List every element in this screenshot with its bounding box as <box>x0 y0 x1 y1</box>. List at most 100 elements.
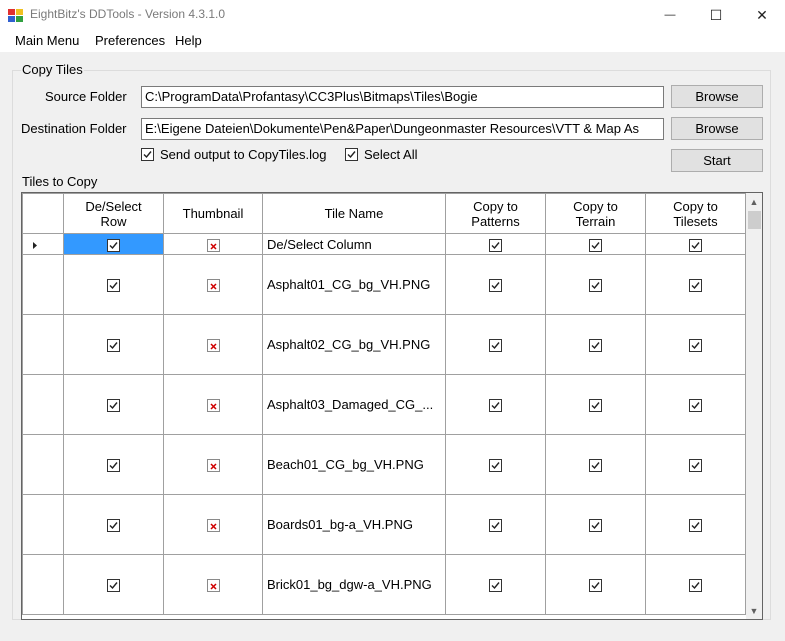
copy-terrain-cell[interactable] <box>545 554 646 615</box>
select-row-cell[interactable] <box>63 434 164 495</box>
destination-folder-label: Destination Folder <box>21 121 127 136</box>
copy-tilesets-cell[interactable] <box>645 494 746 555</box>
row-header[interactable] <box>22 374 64 435</box>
broken-image-icon <box>206 279 220 293</box>
select-all-checkbox[interactable]: Select All <box>345 147 417 162</box>
tile-name-cell: Asphalt01_CG_bg_VH.PNG <box>262 254 446 315</box>
close-icon: ✕ <box>756 6 768 23</box>
minimize-button[interactable]: — <box>647 0 693 30</box>
copy-terrain-cell[interactable] <box>545 254 646 315</box>
tile-row[interactable]: Asphalt03_Damaged_CG_... <box>22 374 746 435</box>
title-bar: EightBitz's DDTools - Version 4.3.1.0 — … <box>0 0 785 30</box>
checkbox-checked-icon <box>107 238 120 252</box>
checkbox-checked-icon <box>107 279 120 293</box>
checkbox-checked-icon <box>689 579 702 593</box>
menu-preferences[interactable]: Preferences <box>95 33 165 48</box>
copy-patterns-cell[interactable] <box>445 434 546 495</box>
column-header-select-row[interactable]: De/Select Row <box>63 193 164 234</box>
checkbox-checked-icon <box>107 459 120 473</box>
source-folder-input[interactable]: C:\ProgramData\Profantasy\CC3Plus\Bitmap… <box>141 86 664 108</box>
destination-browse-button[interactable]: Browse <box>671 117 763 140</box>
start-button[interactable]: Start <box>671 149 763 172</box>
copy-patterns-cell[interactable] <box>445 494 546 555</box>
select-row-cell[interactable] <box>63 554 164 615</box>
checkbox-checked-icon <box>107 399 120 413</box>
menu-help[interactable]: Help <box>175 33 202 48</box>
column-header-copy-terrain[interactable]: Copy to Terrain <box>545 193 646 234</box>
column-header-tile-name[interactable]: Tile Name <box>262 193 446 234</box>
copy-tilesets-cell[interactable] <box>645 434 746 495</box>
copy-tilesets-cell[interactable] <box>645 554 746 615</box>
column-header-thumbnail[interactable]: Thumbnail <box>163 193 263 234</box>
close-button[interactable]: ✕ <box>739 0 785 30</box>
checkbox-checked-icon <box>489 399 502 413</box>
copy-patterns-cell[interactable] <box>445 254 546 315</box>
row-header[interactable] <box>22 233 64 255</box>
select-row-cell[interactable] <box>63 254 164 315</box>
tile-row[interactable]: Asphalt02_CG_bg_VH.PNG <box>22 314 746 375</box>
thumbnail-cell <box>163 254 263 315</box>
copy-patterns-cell[interactable] <box>445 233 546 255</box>
copy-terrain-cell[interactable] <box>545 233 646 255</box>
tiles-grid[interactable]: De/Select Row Thumbnail Tile Name Copy t… <box>21 192 763 620</box>
scrollbar-thumb[interactable] <box>748 211 761 229</box>
row-header[interactable] <box>22 434 64 495</box>
row-header[interactable] <box>22 254 64 315</box>
send-output-checkbox[interactable]: Send output to CopyTiles.log <box>141 147 326 162</box>
tile-row[interactable]: Brick01_bg_dgw-a_VH.PNG <box>22 554 746 615</box>
copy-terrain-cell[interactable] <box>545 314 646 375</box>
checkbox-checked-icon <box>489 519 502 533</box>
source-browse-button[interactable]: Browse <box>671 85 763 108</box>
checkbox-checked-icon <box>589 459 602 473</box>
destination-folder-input[interactable]: E:\Eigene Dateien\Dokumente\Pen&Paper\Du… <box>141 118 664 140</box>
checkbox-checked-icon <box>589 339 602 353</box>
menu-main[interactable]: Main Menu <box>15 33 79 48</box>
scroll-up-icon[interactable]: ▲ <box>746 193 762 210</box>
checkbox-checked-icon <box>589 399 602 413</box>
send-output-label: Send output to CopyTiles.log <box>160 147 327 162</box>
menu-bar: Main Menu Preferences Help <box>0 30 785 52</box>
copy-patterns-cell[interactable] <box>445 314 546 375</box>
select-row-cell[interactable] <box>63 374 164 435</box>
row-header[interactable] <box>22 554 64 615</box>
copy-terrain-cell[interactable] <box>545 494 646 555</box>
copy-tilesets-cell[interactable] <box>645 254 746 315</box>
scroll-down-icon[interactable]: ▼ <box>746 602 762 619</box>
row-header[interactable] <box>22 494 64 555</box>
tile-row[interactable]: Asphalt01_CG_bg_VH.PNG <box>22 254 746 315</box>
copy-terrain-cell[interactable] <box>545 374 646 435</box>
tile-row[interactable]: Boards01_bg-a_VH.PNG <box>22 494 746 555</box>
source-folder-label: Source Folder <box>45 89 127 104</box>
copy-tilesets-cell[interactable] <box>645 314 746 375</box>
copy-patterns-cell[interactable] <box>445 554 546 615</box>
broken-image-icon <box>206 519 220 533</box>
maximize-button[interactable]: ☐ <box>693 0 739 30</box>
select-row-cell[interactable] <box>63 233 164 255</box>
select-row-cell[interactable] <box>63 494 164 555</box>
tile-name-cell: Brick01_bg_dgw-a_VH.PNG <box>262 554 446 615</box>
checkbox-checked-icon <box>689 238 702 252</box>
tile-name-cell: Asphalt02_CG_bg_VH.PNG <box>262 314 446 375</box>
broken-image-icon <box>206 459 220 473</box>
checkbox-checked-icon <box>589 579 602 593</box>
copy-tilesets-cell[interactable] <box>645 233 746 255</box>
app-icon <box>8 9 23 22</box>
row-header[interactable] <box>22 314 64 375</box>
column-header-copy-tilesets[interactable]: Copy to Tilesets <box>645 193 746 234</box>
select-column-label: De/Select Column <box>262 233 446 255</box>
thumbnail-cell <box>163 434 263 495</box>
grid-header-row: De/Select Row Thumbnail Tile Name Copy t… <box>22 193 746 234</box>
tiles-table: De/Select Row Thumbnail Tile Name Copy t… <box>22 193 746 615</box>
copy-tiles-group-label: Copy Tiles <box>21 62 84 77</box>
checkbox-checked-icon <box>589 519 602 533</box>
maximize-icon: ☐ <box>709 6 723 23</box>
select-row-cell[interactable] <box>63 314 164 375</box>
checkbox-checked-icon <box>489 459 502 473</box>
checkbox-checked-icon <box>107 339 120 353</box>
tile-row[interactable]: Beach01_CG_bg_VH.PNG <box>22 434 746 495</box>
grid-vertical-scrollbar[interactable]: ▲ ▼ <box>746 193 762 619</box>
copy-terrain-cell[interactable] <box>545 434 646 495</box>
copy-patterns-cell[interactable] <box>445 374 546 435</box>
copy-tilesets-cell[interactable] <box>645 374 746 435</box>
column-header-copy-patterns[interactable]: Copy to Patterns <box>445 193 546 234</box>
